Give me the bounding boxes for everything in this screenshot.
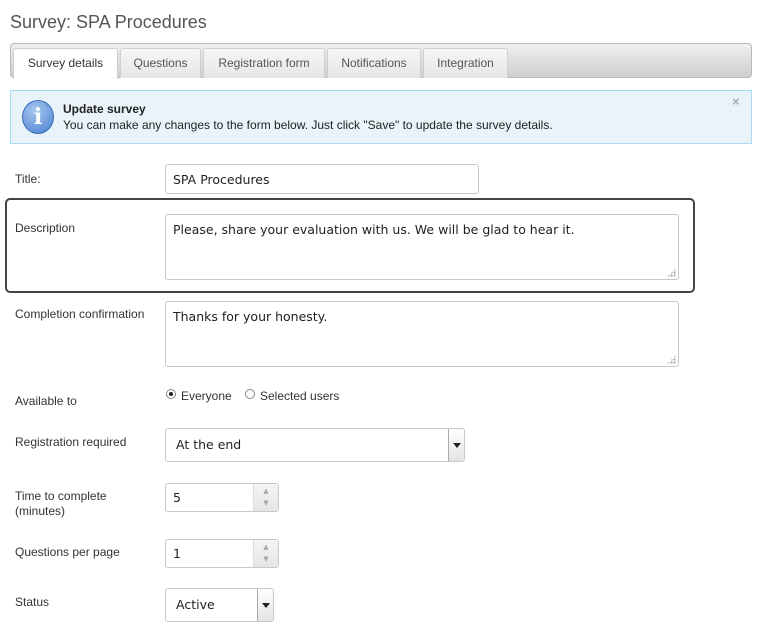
title-input[interactable] — [165, 164, 479, 194]
registration-label: Registration required — [15, 435, 127, 449]
tab-registration-form[interactable]: Registration form — [203, 48, 325, 78]
completion-text: Thanks for your honesty. — [173, 309, 328, 324]
tab-questions[interactable]: Questions — [120, 48, 201, 78]
chevron-down-icon[interactable] — [257, 589, 273, 621]
tab-notifications[interactable]: Notifications — [327, 48, 421, 78]
resize-grip-icon[interactable] — [667, 355, 676, 364]
page-title: Survey: SPA Procedures — [10, 12, 207, 32]
info-icon: i — [22, 100, 54, 134]
per-page-value: 1 — [173, 546, 181, 561]
time-label-line2: (minutes) — [15, 504, 66, 518]
radio-selected-users[interactable] — [245, 389, 255, 399]
spinner-arrows-icon[interactable]: ▲ ▼ — [253, 540, 278, 567]
status-value: Active — [176, 597, 215, 612]
info-title: Update survey — [63, 102, 146, 116]
per-page-stepper[interactable]: 1 ▲ ▼ — [165, 539, 279, 568]
per-page-label: Questions per page — [15, 545, 120, 559]
info-message: i Update survey You can make any changes… — [10, 90, 752, 144]
completion-textarea[interactable]: Thanks for your honesty. — [165, 301, 679, 367]
radio-everyone-label[interactable]: Everyone — [181, 389, 232, 403]
description-textarea[interactable]: Please, share your evaluation with us. W… — [165, 214, 679, 280]
tab-survey-details[interactable]: Survey details — [13, 48, 118, 79]
resize-grip-icon[interactable] — [667, 268, 676, 277]
status-label: Status — [15, 595, 50, 609]
tab-integration[interactable]: Integration — [423, 48, 508, 78]
radio-selected-users-label[interactable]: Selected users — [260, 389, 339, 403]
time-value: 5 — [173, 490, 181, 505]
radio-everyone[interactable] — [166, 389, 176, 399]
registration-select[interactable]: At the end — [165, 428, 465, 462]
registration-value: At the end — [176, 437, 242, 452]
description-text: Please, share your evaluation with us. W… — [173, 222, 575, 237]
time-stepper[interactable]: 5 ▲ ▼ — [165, 483, 279, 512]
chevron-down-icon[interactable] — [448, 429, 464, 461]
info-text: You can make any changes to the form bel… — [63, 118, 553, 132]
time-label-line1: Time to complete — [15, 489, 107, 503]
time-label: Time to complete (minutes) — [15, 489, 107, 519]
tab-bar: Survey details Questions Registration fo… — [10, 43, 752, 79]
close-icon[interactable]: × — [732, 94, 740, 109]
spinner-arrows-icon[interactable]: ▲ ▼ — [253, 484, 278, 511]
completion-label: Completion confirmation — [15, 307, 145, 321]
status-select[interactable]: Active — [165, 588, 274, 622]
title-label: Title: — [15, 172, 41, 186]
description-label: Description — [15, 221, 76, 235]
available-label: Available to — [15, 394, 77, 408]
